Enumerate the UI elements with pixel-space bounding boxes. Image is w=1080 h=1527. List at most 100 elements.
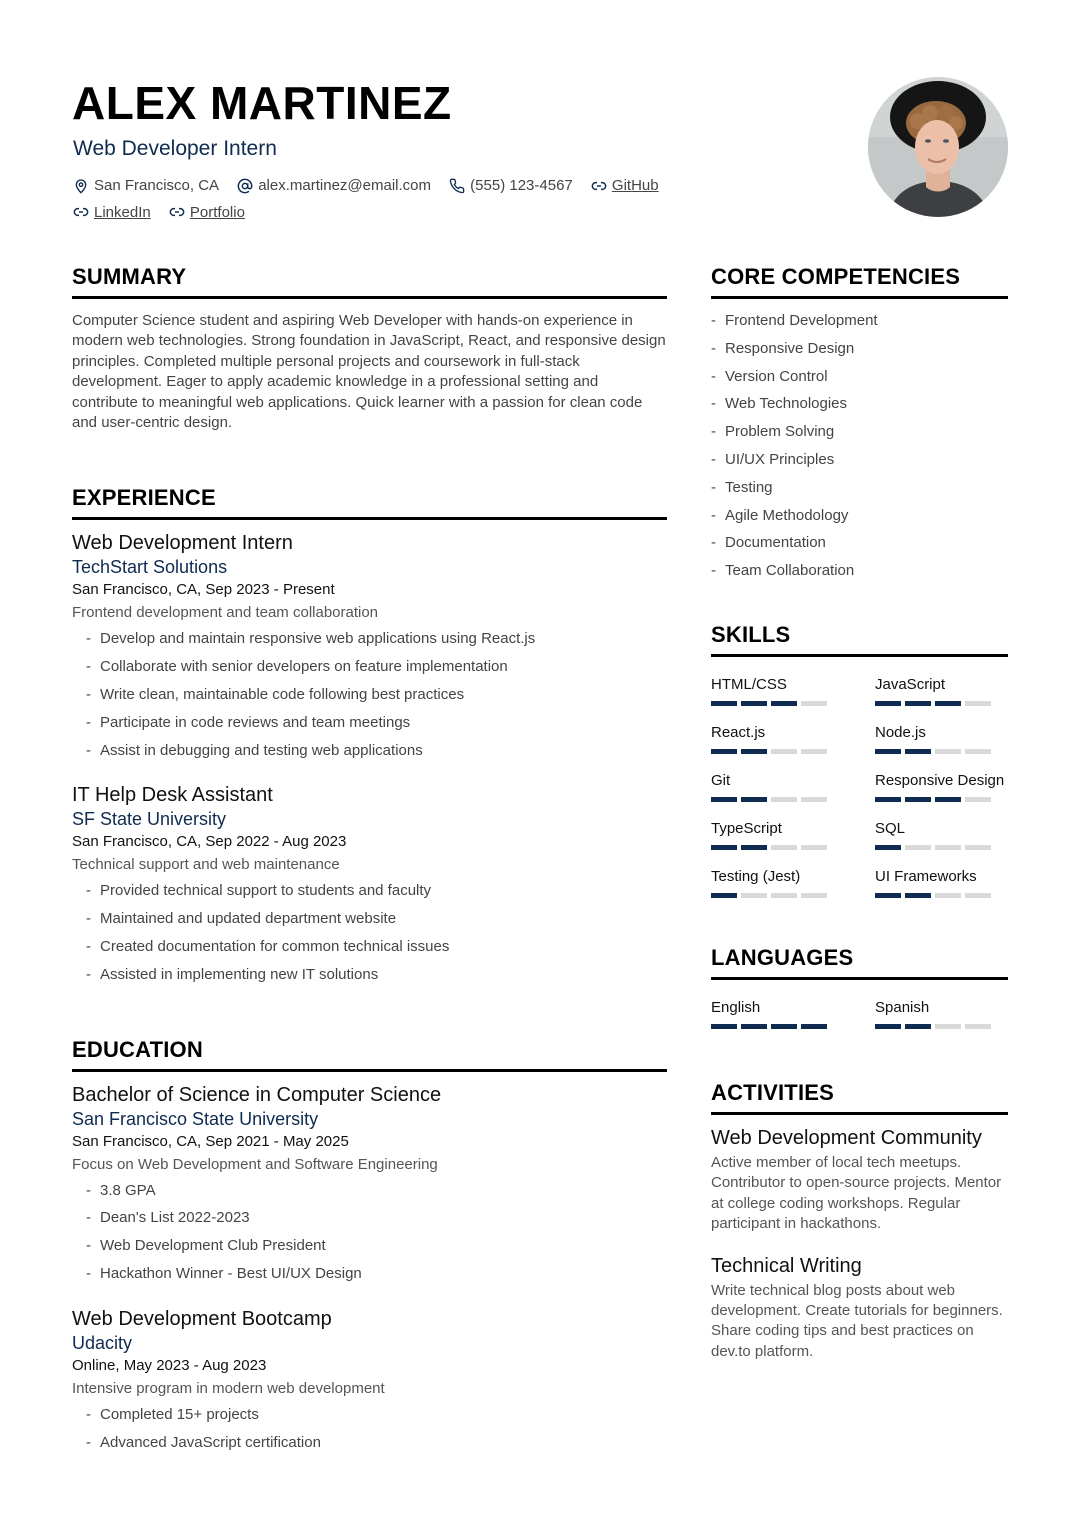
language-name: Spanish <box>875 998 930 1016</box>
skill-item: UI Frameworks <box>875 859 1008 907</box>
candidate-title: Web Developer Intern <box>73 137 277 160</box>
level-segment-empty <box>771 844 797 850</box>
experience-section: EXPERIENCE Web Development Intern TechSt… <box>72 483 667 988</box>
list-item: Assisted in implementing new IT solution… <box>72 961 667 989</box>
activity-entry: Web Development Community Active member … <box>711 1125 1008 1235</box>
sidebar-column: CORE COMPETENCIES Frontend Development R… <box>711 262 1008 1362</box>
skills-section: SKILLS HTML/CSS JavaScript React.js Node.js… <box>711 620 1008 907</box>
skill-item: Responsive Design <box>875 763 1008 811</box>
experience-entry: IT Help Desk Assistant SF State Universi… <box>72 782 667 988</box>
email-text[interactable]: alex.martinez@email.com <box>258 174 431 197</box>
level-segment-empty <box>905 844 931 850</box>
level-segment-filled <box>741 844 767 850</box>
education-entry: Web Development Bootcamp Udacity Online,… <box>72 1306 667 1457</box>
languages-grid: English Spanish <box>711 990 1008 1038</box>
link-icon <box>73 207 89 217</box>
level-segment-empty <box>935 844 961 850</box>
list-item: UI/UX Principles <box>711 446 1008 474</box>
entry-bullets: Completed 15+ projects Advanced JavaScri… <box>72 1401 667 1457</box>
skill-level-bar <box>875 700 1008 706</box>
level-segment-filled <box>711 796 737 802</box>
entry-title: Web Development Bootcamp <box>72 1307 332 1330</box>
activity-title: Technical Writing <box>711 1254 862 1277</box>
level-segment-filled <box>905 1023 931 1029</box>
section-heading: SKILLS <box>711 620 1008 657</box>
skill-level-bar <box>711 844 875 850</box>
level-segment-empty <box>965 892 991 898</box>
skill-name: TypeScript <box>711 819 782 837</box>
linkedin-link[interactable]: LinkedIn <box>94 201 151 224</box>
github-link[interactable]: GitHub <box>612 174 659 197</box>
contact-info: San Francisco, CA alex.martinez@email.co… <box>73 174 713 227</box>
level-segment-empty <box>771 892 797 898</box>
map-pin-icon <box>75 178 87 194</box>
level-segment-empty <box>935 1023 961 1029</box>
level-segment-filled <box>875 844 901 850</box>
entry-bullets: Provided technical support to students a… <box>72 877 667 988</box>
contact-portfolio[interactable]: Portfolio <box>169 201 245 224</box>
contact-github[interactable]: GitHub <box>591 174 659 197</box>
entry-location-dates: Online, May 2023 - Aug 2023 <box>72 1356 267 1374</box>
level-segment-empty <box>801 796 827 802</box>
list-item: Assist in debugging and testing web appl… <box>72 737 667 765</box>
list-item: Team Collaboration <box>711 557 1008 585</box>
level-segment-filled <box>741 1023 767 1029</box>
language-item: Spanish <box>875 990 1008 1038</box>
level-segment-filled <box>741 748 767 754</box>
entry-bullets: Develop and maintain responsive web appl… <box>72 625 667 764</box>
contact-linkedin[interactable]: LinkedIn <box>73 201 151 224</box>
level-segment-filled <box>905 892 931 898</box>
contact-phone[interactable]: (555) 123-4567 <box>449 174 573 197</box>
entry-organization: San Francisco State University <box>72 1108 319 1129</box>
level-segment-filled <box>741 700 767 706</box>
skill-level-bar <box>875 892 1008 898</box>
location-text: San Francisco, CA <box>94 177 220 194</box>
level-segment-empty <box>771 748 797 754</box>
level-segment-filled <box>905 748 931 754</box>
contact-email[interactable]: alex.martinez@email.com <box>237 174 431 197</box>
profile-photo <box>868 77 1008 217</box>
list-item: Web Technologies <box>711 390 1008 418</box>
link-icon <box>169 207 185 217</box>
skill-level-bar <box>875 844 1008 850</box>
languages-section: LANGUAGES English Spanish <box>711 943 1008 1038</box>
level-segment-empty <box>965 700 991 706</box>
list-item: Documentation <box>711 529 1008 557</box>
contact-location: San Francisco, CA <box>73 174 219 197</box>
skill-level-bar <box>711 700 875 706</box>
section-heading: ACTIVITIES <box>711 1078 1008 1115</box>
level-segment-filled <box>935 700 961 706</box>
entry-location-dates: San Francisco, CA, Sep 2021 - May 2025 <box>72 1132 349 1150</box>
at-sign-icon <box>237 178 253 193</box>
level-segment-filled <box>711 1023 737 1029</box>
link-icon <box>591 181 607 190</box>
list-item: Frontend Development <box>711 307 1008 335</box>
skill-name: Responsive Design <box>875 771 1005 789</box>
activity-title: Web Development Community <box>711 1126 982 1149</box>
level-segment-filled <box>875 748 901 754</box>
level-segment-filled <box>875 700 901 706</box>
list-item: Hackathon Winner - Best UI/UX Design <box>72 1260 667 1288</box>
list-item: Testing <box>711 474 1008 502</box>
skill-name: JavaScript <box>875 675 946 693</box>
portfolio-link[interactable]: Portfolio <box>190 201 245 224</box>
level-segment-filled <box>711 844 737 850</box>
skill-name: Git <box>711 771 731 789</box>
level-segment-filled <box>905 796 931 802</box>
entry-title: Bachelor of Science in Computer Science <box>72 1083 442 1106</box>
level-segment-filled <box>801 1023 827 1029</box>
skill-item: SQL <box>875 811 1008 859</box>
entry-title: IT Help Desk Assistant <box>72 784 273 807</box>
skill-name: HTML/CSS <box>711 675 787 693</box>
section-heading: LANGUAGES <box>711 943 1008 980</box>
level-segment-filled <box>935 796 961 802</box>
skill-level-bar <box>875 748 1008 754</box>
experience-entry: Web Development Intern TechStart Solutio… <box>72 530 667 764</box>
phone-text[interactable]: (555) 123-4567 <box>470 174 573 197</box>
level-segment-empty <box>965 796 991 802</box>
list-item: Responsive Design <box>711 335 1008 363</box>
level-segment-empty <box>771 796 797 802</box>
list-item: Dean's List 2022-2023 <box>72 1204 667 1232</box>
list-item: Maintained and updated department websit… <box>72 905 667 933</box>
list-item: Created documentation for common technic… <box>72 933 667 961</box>
